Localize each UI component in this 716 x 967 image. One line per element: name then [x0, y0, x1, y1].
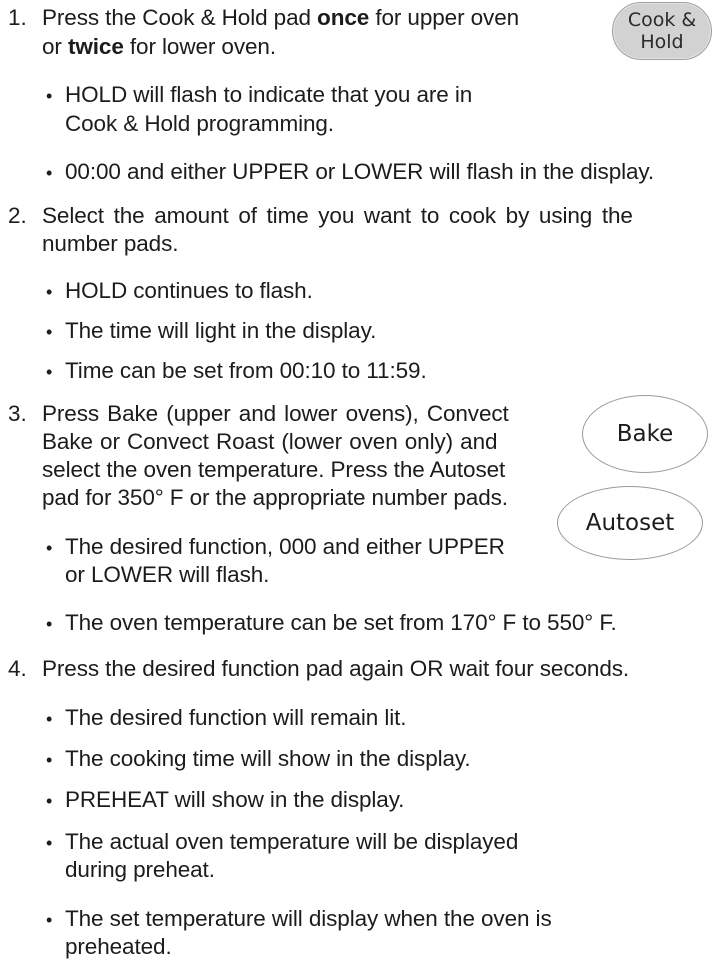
bullet-glyph: • — [46, 538, 53, 558]
bullet-glyph: • — [46, 791, 53, 811]
cook-hold-pad-illustration: Cook & Hold — [612, 2, 712, 60]
bullet-text: Cook & Hold programming. — [65, 111, 334, 136]
bullet-text: The time will light in the display. — [65, 318, 377, 343]
bullet-text: 00:00 and either UPPER or LOWER will fla… — [65, 159, 655, 184]
step-text: Press Bake (upper and lower ovens), Conv… — [42, 401, 509, 426]
step-text: Bake or Convect Roast (lower oven only) … — [42, 429, 498, 454]
bullet-text: PREHEAT will show in the display. — [65, 787, 405, 812]
bullet-text: Time can be set from 00:10 to 11:59. — [65, 358, 427, 383]
instruction-page: 1. Press the Cook & Hold pad once for up… — [0, 0, 716, 967]
step-text: Press the Cook & Hold pad once for upper… — [42, 5, 520, 30]
bullet-glyph: • — [46, 709, 53, 729]
step-number: 3. — [8, 401, 27, 426]
bullet-glyph: • — [46, 163, 53, 183]
bullet-text: during preheat. — [65, 857, 215, 882]
bullet-text: The desired function will remain lit. — [65, 705, 407, 730]
bullet-text: The oven temperature can be set from 170… — [65, 610, 617, 635]
pad-label: Bake — [616, 421, 674, 447]
bullet-glyph: • — [46, 910, 53, 930]
step-text: select the oven temperature. Press the A… — [42, 457, 506, 482]
bullet-glyph: • — [46, 282, 53, 302]
bullet-text: HOLD continues to flash. — [65, 278, 313, 303]
step-text: or twice for lower oven. — [42, 34, 276, 59]
step-number: 4. — [8, 656, 27, 681]
pad-label: Autoset — [585, 510, 675, 536]
pad-label: Hold — [640, 31, 684, 53]
bullet-text: The cooking time will show in the displa… — [65, 746, 471, 771]
step-text: pad for 350° F or the appropriate number… — [42, 485, 508, 510]
bullet-glyph: • — [46, 614, 53, 634]
bullet-glyph: • — [46, 322, 53, 342]
bullet-text: HOLD will flash to indicate that you are… — [65, 82, 473, 107]
bullet-glyph: • — [46, 750, 53, 770]
bullet-glyph: • — [46, 86, 53, 106]
bullet-glyph: • — [46, 362, 53, 382]
bullet-text: or LOWER will flash. — [65, 562, 270, 587]
pad-label: Cook & — [627, 9, 697, 31]
bullet-text: The desired function, 000 and either UPP… — [65, 534, 505, 559]
bullet-text: The actual oven temperature will be disp… — [65, 829, 519, 854]
bullet-glyph: • — [46, 833, 53, 853]
step-text: Press the desired function pad again OR … — [42, 656, 630, 681]
step-number: 1. — [8, 5, 27, 30]
bake-pad-illustration: Bake — [582, 395, 708, 473]
step-text: Select the amount of time you want to co… — [42, 203, 633, 228]
bullet-text: preheated. — [65, 934, 172, 959]
step-number: 2. — [8, 203, 27, 228]
step-text: number pads. — [42, 231, 179, 256]
autoset-pad-illustration: Autoset — [557, 486, 703, 560]
bullet-text: The set temperature will display when th… — [65, 906, 552, 931]
